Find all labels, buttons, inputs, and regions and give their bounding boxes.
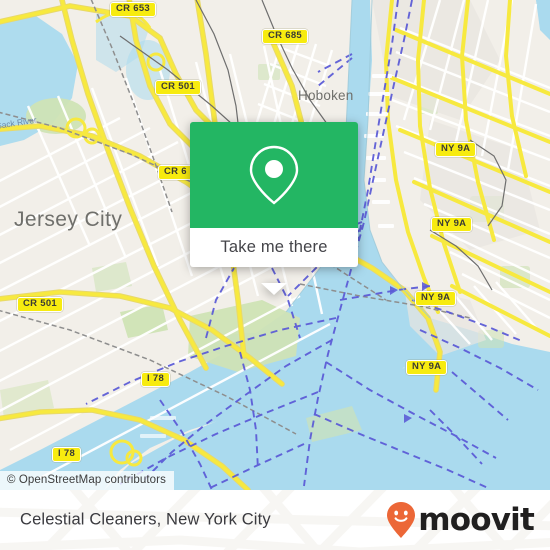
take-me-there-label: Take me there	[220, 238, 328, 256]
highway-shield: CR 685	[262, 29, 309, 44]
callout-tail	[261, 283, 287, 295]
highway-shield: NY 9A	[431, 217, 473, 232]
highway-shield: NY 9A	[415, 291, 457, 306]
moovit-place-card: Jersey City Hoboken Sack River CR 653 CR …	[0, 0, 550, 550]
take-me-there-button[interactable]: Take me there	[190, 228, 358, 267]
highway-shield: I 78	[52, 447, 82, 462]
map-pin-icon	[249, 145, 299, 205]
moovit-wordmark: moovit	[418, 501, 535, 538]
highway-shield: I 78	[141, 372, 171, 387]
highway-shield: NY 9A	[435, 142, 477, 157]
map-canvas[interactable]: Jersey City Hoboken Sack River CR 653 CR …	[0, 0, 550, 490]
callout-icon-area	[190, 122, 358, 228]
highway-shield: CR 501	[17, 297, 64, 312]
highway-shield: CR 6	[158, 165, 193, 180]
place-callout-card[interactable]: Take me there	[190, 122, 358, 295]
moovit-smiley-pin-icon	[387, 502, 416, 538]
highway-shield: CR 501	[155, 80, 202, 95]
osm-attribution[interactable]: © OpenStreetMap contributors	[0, 471, 174, 490]
footer-bar: Celestial Cleaners, New York City moovit	[0, 490, 550, 550]
moovit-logo[interactable]: moovit	[386, 501, 535, 539]
highway-shield: NY 9A	[406, 360, 448, 375]
highway-shield: CR 653	[110, 2, 157, 17]
place-title: Celestial Cleaners, New York City	[20, 510, 271, 529]
